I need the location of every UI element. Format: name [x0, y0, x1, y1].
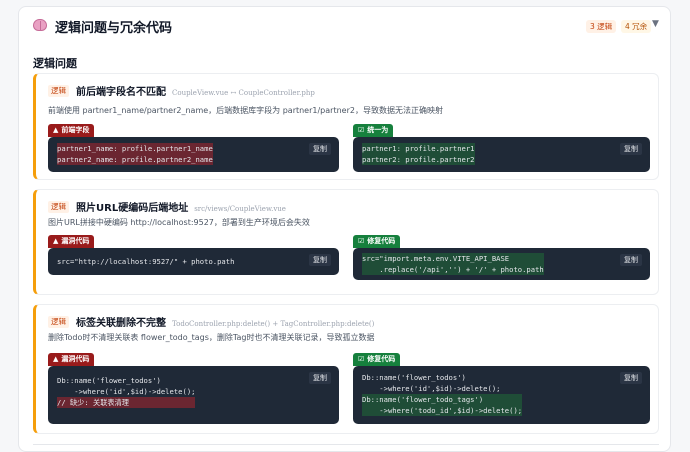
check-icon: ☑ [358, 237, 365, 245]
issue-tag: 逻辑 [48, 201, 69, 213]
panel-title: 逻辑问题与冗余代码 [55, 21, 173, 36]
issue-tag: 逻辑 [48, 316, 69, 328]
panel-header[interactable]: 逻辑问题与冗余代码 3 逻辑 4 冗余 ▼ [19, 7, 670, 43]
bad-code-block: ▲ 漏洞代码 复制 src="http://localhost:9527/" + … [48, 235, 339, 275]
issue-card: 逻辑 前后端字段名不匹配 CoupleView.vue ↔ CoupleContr… [33, 73, 659, 180]
copy-button[interactable]: 复制 [620, 143, 642, 155]
bad-code-label: ▲ 前端字段 [48, 124, 95, 137]
check-icon: ☑ [358, 355, 365, 363]
fixed-code-label: ☑ 修复代码 [353, 353, 401, 366]
issue-title: 照片URL硬编码后端地址 src/views/CoupleView.vue [76, 203, 286, 214]
bad-code-label: ▲ 漏洞代码 [48, 235, 95, 248]
logic-count-badge: 3 逻辑 [586, 20, 617, 33]
fixed-code-label: ☑ 修复代码 [353, 235, 401, 248]
warning-icon: ▲ [53, 237, 59, 245]
code-line: partner2_name: profile.partner2_name [57, 154, 213, 165]
issue-tag: 逻辑 [48, 85, 69, 97]
redundant-count-badge: 4 冗余 [621, 20, 652, 33]
bad-code-label: ▲ 漏洞代码 [48, 353, 95, 366]
logic-redundancy-panel: 逻辑问题与冗余代码 3 逻辑 4 冗余 ▼ 逻辑问题 逻辑 前后端字段名不匹配 C… [18, 6, 671, 452]
brain-icon [33, 19, 47, 31]
code-line: partner1_name: profile.partner1_name [57, 143, 213, 154]
bad-code-block: ▲ 漏洞代码 复制 Db::name('flower_todos') ->wher… [48, 353, 339, 424]
fixed-code-block: ☑ 统一为 复制 partner1: profile.partner1 partn… [353, 124, 650, 172]
code-content: Db::name('flower_todos') ->where('id',$i… [57, 375, 196, 408]
code-line: Db::name('flower_todos') [362, 373, 466, 382]
copy-button[interactable]: 复制 [309, 254, 331, 266]
copy-button[interactable]: 复制 [309, 143, 331, 155]
code-line: ->where('id',$id)->delete(); [57, 387, 196, 396]
issue-title: 标签关联删除不完整 TodoController.php:delete() + T… [76, 318, 375, 329]
code-content: src="import.meta.env.VITE_API_BASE .repl… [362, 253, 544, 275]
code-line: // 缺少: 关联表清理 [57, 397, 196, 408]
copy-button[interactable]: 复制 [620, 372, 642, 384]
code-content: src="http://localhost:9527/" + photo.pat… [57, 256, 234, 267]
code-line: partner1: profile.partner1 [362, 143, 475, 154]
code-line: Db::name('flower_todo_tags') [362, 394, 523, 405]
code-line: src="http://localhost:9527/" + photo.pat… [57, 257, 235, 266]
issue-file: TodoController.php:delete() + TagControl… [172, 320, 375, 328]
code-content: partner1_name: profile.partner1_name par… [57, 143, 213, 165]
copy-button[interactable]: 复制 [309, 372, 331, 384]
issue-file: src/views/CoupleView.vue [194, 205, 286, 213]
fixed-code-block: ☑ 修复代码 复制 src="import.meta.env.VITE_API_B… [353, 235, 650, 280]
warning-icon: ▲ [53, 355, 59, 363]
section-title: 逻辑问题 [33, 57, 77, 70]
issue-description: 删除Todo时不清理关联表 flower_todo_tags，删除Tag时也不清… [48, 333, 375, 342]
issue-card: 逻辑 标签关联删除不完整 TodoController.php:delete() … [33, 304, 659, 434]
code-line: Db::name('flower_todos') [57, 376, 161, 385]
copy-button[interactable]: 复制 [620, 254, 642, 266]
bad-code-block: ▲ 前端字段 复制 partner1_name: profile.partner1… [48, 124, 339, 172]
code-line: ->where('id',$id)->delete(); [362, 384, 501, 393]
code-line: ->where('todo_id',$id)->delete(); [362, 405, 523, 416]
check-icon: ☑ [358, 126, 365, 134]
issue-description: 图片URL拼接中硬编码 http://localhost:9527，部署到生产环… [48, 218, 310, 227]
divider [33, 444, 659, 445]
issue-title: 前后端字段名不匹配 CoupleView.vue ↔ CoupleControll… [76, 87, 315, 98]
code-content: Db::name('flower_todos') ->where('id',$i… [362, 372, 523, 416]
issue-file: CoupleView.vue ↔ CoupleController.php [172, 89, 315, 97]
code-line: src="import.meta.env.VITE_API_BASE [362, 253, 544, 264]
issue-card: 逻辑 照片URL硬编码后端地址 src/views/CoupleView.vue … [33, 189, 659, 295]
code-line: .replace('/api','') + '/' + photo.path [362, 264, 544, 275]
code-line: partner2: profile.partner2 [362, 154, 475, 165]
code-content: partner1: profile.partner1 partner2: pro… [362, 143, 475, 165]
fixed-code-label: ☑ 统一为 [353, 124, 394, 137]
chevron-down-icon[interactable]: ▼ [652, 19, 659, 29]
warning-icon: ▲ [53, 126, 59, 134]
fixed-code-block: ☑ 修复代码 复制 Db::name('flower_todos') ->wher… [353, 353, 650, 424]
issue-description: 前端使用 partner1_name/partner2_name，后端数据库字段… [48, 106, 443, 115]
